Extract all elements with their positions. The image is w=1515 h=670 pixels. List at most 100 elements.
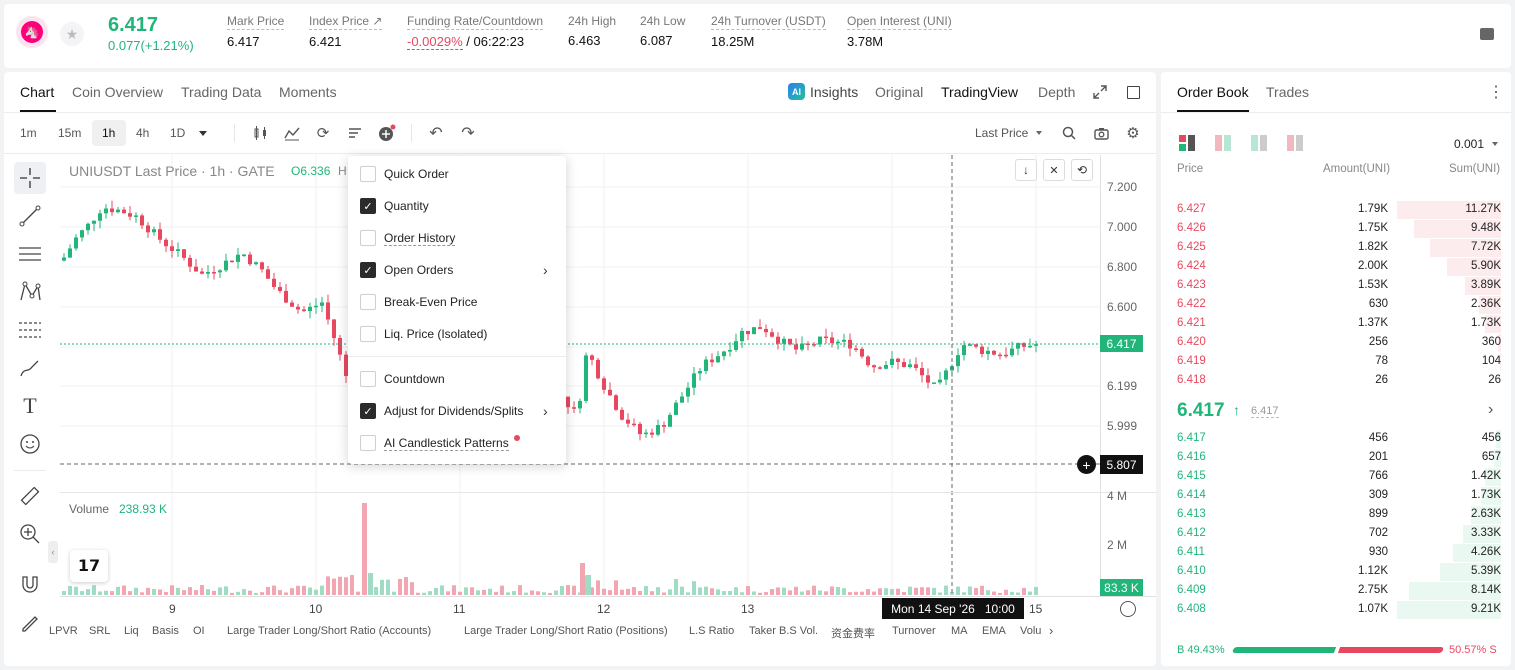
ask-row[interactable]: 6.427 1.79K 11.27K [1177, 201, 1501, 219]
add-order-icon[interactable]: + [1077, 455, 1096, 474]
menu-item-quick-order[interactable]: Quick Order [360, 166, 449, 182]
bid-row[interactable]: 6.412 702 3.33K [1177, 525, 1501, 543]
search-icon[interactable] [1061, 125, 1077, 141]
ruler-tool-icon[interactable] [14, 480, 46, 512]
timeframe-1d[interactable]: 1D [170, 126, 185, 140]
bid-row[interactable]: 6.409 2.75K 8.14K [1177, 582, 1501, 600]
checkbox-icon[interactable] [360, 294, 376, 310]
bid-row[interactable]: 6.415 766 1.42K [1177, 468, 1501, 486]
gear-icon[interactable]: ⚙ [1125, 125, 1141, 142]
favorite-star-icon[interactable]: ★ [60, 22, 84, 46]
tab-order-book[interactable]: Order Book [1177, 84, 1249, 100]
ask-row[interactable]: 6.420 256 360 [1177, 334, 1501, 352]
notes-icon[interactable] [1480, 28, 1494, 40]
compare-icon[interactable]: ⟳ [314, 124, 332, 142]
templates-icon[interactable] [346, 124, 364, 142]
indicator-srl[interactable]: SRL [89, 625, 110, 637]
indicator-oi[interactable]: OI [193, 625, 205, 637]
view-asks-icon[interactable] [1287, 135, 1303, 151]
chevron-right-icon[interactable]: › [543, 403, 548, 419]
timeframe-1h[interactable]: 1h [102, 126, 115, 140]
brush-tool-icon[interactable] [14, 352, 46, 384]
checkbox-checked-icon[interactable]: ✓ [360, 198, 376, 214]
checkbox-checked-icon[interactable]: ✓ [360, 403, 376, 419]
chevron-down-icon[interactable] [1492, 142, 1498, 146]
indicator-top-positions[interactable]: Large Trader Long/Short Ratio (Positions… [464, 625, 668, 637]
checkbox-icon[interactable] [360, 230, 376, 246]
checkbox-checked-icon[interactable]: ✓ [360, 262, 376, 278]
indicator-top-accounts[interactable]: Large Trader Long/Short Ratio (Accounts) [227, 625, 431, 637]
camera-icon[interactable] [1093, 125, 1109, 141]
timeframe-1m[interactable]: 1m [20, 126, 37, 140]
chevron-down-icon[interactable] [199, 131, 207, 136]
ask-row[interactable]: 6.425 1.82K 7.72K [1177, 239, 1501, 257]
tab-tradingview[interactable]: TradingView [941, 84, 1018, 100]
indicator-basis[interactable]: Basis [152, 625, 179, 637]
tab-insights[interactable]: Insights [810, 84, 858, 100]
indicator-volume[interactable]: Volu [1020, 625, 1041, 637]
bid-row[interactable]: 6.408 1.07K 9.21K [1177, 601, 1501, 619]
tab-coin-overview[interactable]: Coin Overview [72, 84, 163, 100]
indicator-ma[interactable]: MA [951, 625, 968, 637]
checkbox-icon[interactable] [360, 435, 376, 451]
ask-row[interactable]: 6.423 1.53K 3.89K [1177, 277, 1501, 295]
ask-row[interactable]: 6.419 78 104 [1177, 353, 1501, 371]
more-menu-icon[interactable]: ⋮ [1488, 82, 1504, 102]
tab-original[interactable]: Original [875, 84, 923, 100]
zoom-in-icon[interactable] [14, 518, 46, 550]
precision-select[interactable]: 0.001 [1454, 137, 1484, 151]
add-overlay-icon[interactable] [378, 124, 396, 142]
tab-trades[interactable]: Trades [1266, 84, 1309, 100]
window-icon[interactable] [1127, 86, 1140, 99]
menu-item-ai-candlestick[interactable]: AI Candlestick Patterns [360, 435, 509, 451]
indicator-funding-rate[interactable]: 资金费率 [831, 625, 875, 641]
bid-row[interactable]: 6.411 930 4.26K [1177, 544, 1501, 562]
chevron-right-icon[interactable]: › [1049, 623, 1053, 638]
ask-row[interactable]: 6.418 26 26 [1177, 372, 1501, 390]
menu-item-liq-price[interactable]: Liq. Price (Isolated) [360, 326, 487, 342]
redo-icon[interactable]: ↷ [459, 124, 477, 142]
checkbox-icon[interactable] [360, 166, 376, 182]
menu-item-order-history[interactable]: Order History [360, 230, 456, 246]
tradingview-logo-icon[interactable]: 𝟭𝟳 [70, 550, 108, 582]
ask-row[interactable]: 6.424 2.00K 5.90K [1177, 258, 1501, 276]
emoji-tool-icon[interactable] [14, 428, 46, 460]
collapse-toolbar-icon[interactable]: ‹ [48, 541, 58, 563]
chevron-right-icon[interactable]: › [543, 262, 548, 278]
checkbox-icon[interactable] [360, 371, 376, 387]
pencil-lock-icon[interactable] [14, 606, 46, 638]
tab-chart[interactable]: Chart [20, 84, 54, 100]
reset-view-icon[interactable]: ⟲ [1071, 159, 1093, 181]
collapse-icon[interactable]: ✕ [1043, 159, 1065, 181]
indicators-icon[interactable] [283, 124, 301, 142]
bid-row[interactable]: 6.413 899 2.63K [1177, 506, 1501, 524]
indicator-ls-ratio[interactable]: L.S Ratio [689, 625, 734, 637]
bid-row[interactable]: 6.410 1.12K 5.39K [1177, 563, 1501, 581]
text-tool-icon[interactable]: T [14, 390, 46, 422]
ask-row[interactable]: 6.426 1.75K 9.48K [1177, 220, 1501, 238]
indicator-taker-vol[interactable]: Taker B.S Vol. [749, 625, 818, 637]
candlestick-chart[interactable] [60, 155, 1100, 597]
pattern-tool-icon[interactable] [14, 276, 46, 308]
magnet-tool-icon[interactable] [14, 568, 46, 600]
menu-item-quantity[interactable]: ✓ Quantity [360, 198, 429, 214]
expand-icon[interactable] [1092, 84, 1108, 100]
price-type-select[interactable]: Last Price [975, 126, 1028, 140]
menu-item-countdown[interactable]: Countdown [360, 371, 445, 387]
indicator-liq[interactable]: Liq [124, 625, 139, 637]
checkbox-icon[interactable] [360, 326, 376, 342]
bid-row[interactable]: 6.417 456 456 [1177, 430, 1501, 448]
menu-item-break-even[interactable]: Break-Even Price [360, 294, 477, 310]
ask-row[interactable]: 6.421 1.37K 1.73K [1177, 315, 1501, 333]
indicator-turnover[interactable]: Turnover [892, 625, 936, 637]
view-bids-icon[interactable] [1251, 135, 1267, 151]
stat-index-price[interactable]: Index Price ↗ 6.421 [309, 14, 383, 49]
bid-row[interactable]: 6.414 309 1.73K [1177, 487, 1501, 505]
undo-icon[interactable]: ↶ [427, 124, 445, 142]
timeframe-4h[interactable]: 4h [136, 126, 149, 140]
scroll-down-icon[interactable]: ↓ [1015, 159, 1037, 181]
tab-depth[interactable]: Depth [1038, 84, 1075, 100]
view-both-icon[interactable] [1179, 135, 1195, 151]
tab-trading-data[interactable]: Trading Data [181, 84, 261, 100]
view-bids-asks-icon[interactable] [1215, 135, 1231, 151]
